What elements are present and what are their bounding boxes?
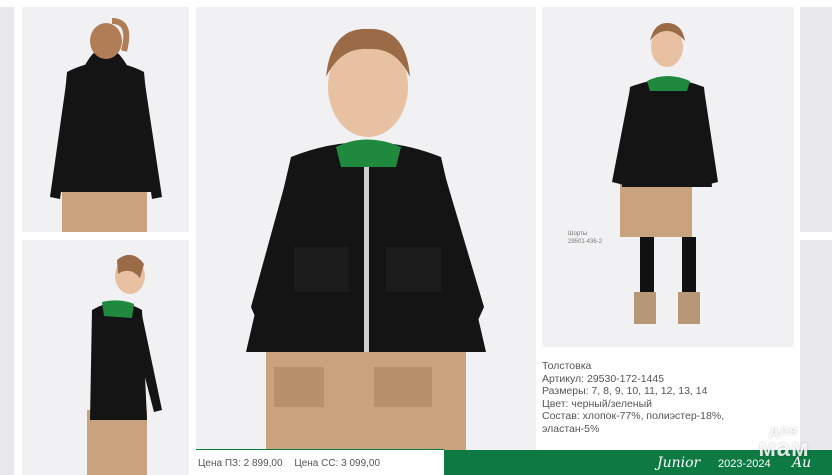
model-side-illustration xyxy=(87,254,162,475)
product-color: Цвет: черный/зеленый xyxy=(542,397,653,410)
model-full-illustration xyxy=(612,23,718,324)
photo-main-front-view[interactable] xyxy=(196,7,536,450)
product-article: Артикул: 29530-172-1445 xyxy=(542,372,665,385)
shorts-caption-label: Шорты xyxy=(568,231,588,237)
price-bar: Цена ПЗ: 2 899,00 Цена СС: 3 099,00 xyxy=(196,455,446,475)
photo-back-view[interactable] xyxy=(22,7,189,232)
product-name: Толстовка xyxy=(542,360,592,372)
price-ss: Цена СС: 3 099,00 xyxy=(294,458,381,469)
site-watermark: для мам xyxy=(744,423,824,461)
photo-full-length[interactable]: Шорты 29501-436-2 xyxy=(542,7,794,347)
model-back-illustration xyxy=(50,18,162,232)
product-sizes: Размеры: 7, 8, 9, 10, 11, 12, 13, 14 xyxy=(542,385,708,398)
price-pz: Цена ПЗ: 2 899,00 xyxy=(198,458,283,469)
watermark-line2: мам xyxy=(758,435,810,462)
shorts-caption-code: 29501-436-2 xyxy=(568,239,603,245)
model-front-illustration xyxy=(246,28,486,450)
product-composition-line1: Состав: хлопок-77%, полиэстер-18%, xyxy=(542,410,725,423)
collection-name: Junior xyxy=(657,455,701,471)
left-edge-strip xyxy=(0,7,14,475)
price-bar-divider xyxy=(196,449,444,450)
photo-side-view[interactable] xyxy=(22,240,189,475)
right-edge-strip-top xyxy=(800,7,832,232)
shorts-caption: Шорты 29501-436-2 xyxy=(568,230,602,246)
